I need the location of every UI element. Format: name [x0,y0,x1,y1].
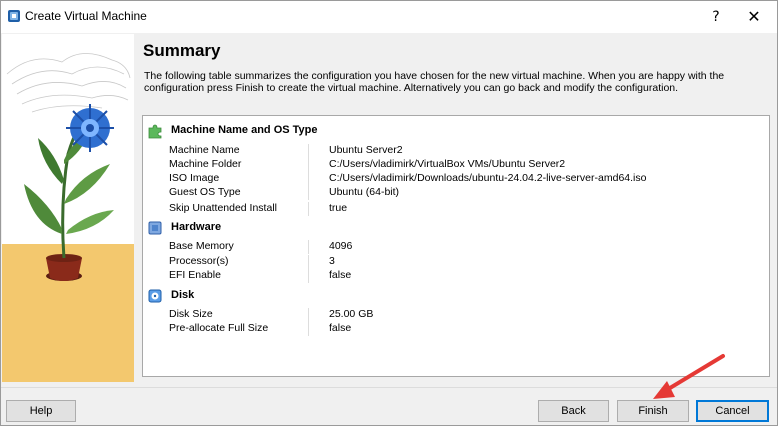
row-value: 3 [329,255,335,267]
row-value: 25.00 GB [329,308,374,320]
title-bar: Create Virtual Machine ? ✕ [1,1,777,33]
page-title: Summary [143,41,221,60]
summary-row: Pre-allocate Full Size false [143,322,769,336]
row-value: C:/Users/vladimirk/Downloads/ubuntu-24.0… [329,172,647,184]
row-key: Disk Size [169,308,309,322]
summary-description: The following table summarizes the confi… [144,70,725,94]
summary-row: Guest OS Type Ubuntu (64-bit) [143,186,769,200]
row-key: Skip Unattended Install [169,202,309,216]
summary-row: EFI Enable false [143,269,769,283]
finish-button[interactable]: Finish [617,400,689,422]
row-value: Ubuntu (64-bit) [329,186,400,198]
row-value: Ubuntu Server2 [329,144,403,156]
create-vm-dialog: Create Virtual Machine ? ✕ Summary The f… [0,0,778,426]
row-value: true [329,202,348,214]
disk-icon [148,289,162,303]
close-icon[interactable]: ✕ [737,2,771,32]
row-key: Guest OS Type [169,186,309,200]
row-value: C:/Users/vladimirk/VirtualBox VMs/Ubuntu… [329,158,566,170]
virtualbox-icon [8,10,20,22]
summary-row: Machine Folder C:/Users/vladimirk/Virtua… [143,158,769,172]
summary-row: ISO Image C:/Users/vladimirk/Downloads/u… [143,172,769,186]
row-key: EFI Enable [169,269,309,283]
summary-table: Machine Name and OS Type Machine Name Ub… [142,115,770,377]
summary-row: Base Memory 4096 [143,240,769,254]
row-key: Machine Name [169,144,309,158]
row-key: Base Memory [169,240,309,254]
section-title: Machine Name and OS Type [171,124,318,136]
puzzle-icon [148,124,162,139]
summary-row: Skip Unattended Install true [143,202,769,216]
row-key: Pre-allocate Full Size [169,322,309,336]
cancel-button[interactable]: Cancel [696,400,769,422]
summary-row: Machine Name Ubuntu Server2 [143,144,769,158]
button-bar: Help Back Finish Cancel [1,387,777,425]
help-icon[interactable]: ? [701,2,731,32]
row-key: ISO Image [169,172,309,186]
summary-row: Disk Size 25.00 GB [143,308,769,322]
window-title: Create Virtual Machine [25,9,147,23]
row-value: false [329,322,352,334]
summary-row: Processor(s) 3 [143,255,769,269]
row-key: Processor(s) [169,255,309,269]
wizard-illustration [2,34,134,382]
chip-icon [148,221,162,235]
row-value: false [329,269,352,281]
section-title: Hardware [171,221,222,233]
row-key: Machine Folder [169,158,309,172]
help-button[interactable]: Help [6,400,76,422]
row-value: 4096 [329,240,353,252]
back-button[interactable]: Back [538,400,609,422]
section-title: Disk [171,289,195,301]
